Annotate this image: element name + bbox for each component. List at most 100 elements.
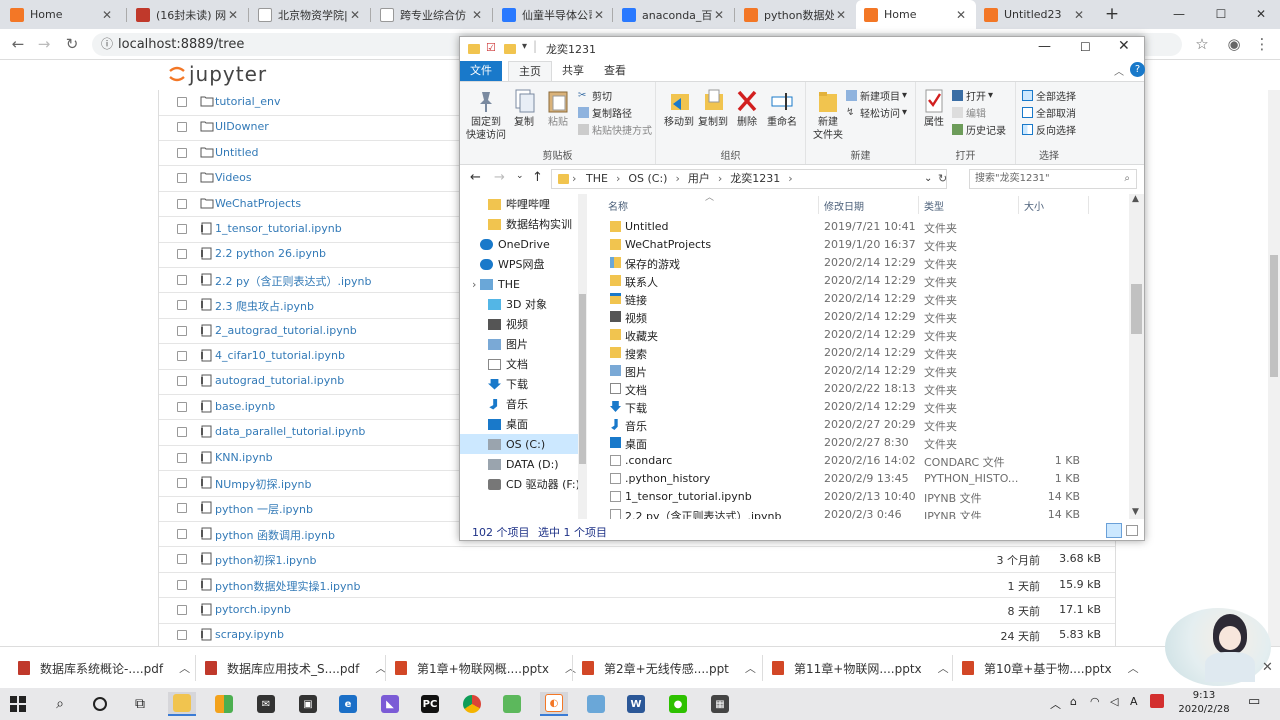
column-size[interactable]: 大小 bbox=[1024, 198, 1044, 213]
path-chevron-icon[interactable]: › bbox=[572, 170, 576, 188]
nav-item[interactable]: 文档 bbox=[460, 354, 578, 374]
ime-icon[interactable]: A bbox=[1130, 695, 1138, 708]
file-name-link[interactable]: KNN.ipynb bbox=[215, 451, 273, 464]
tab-share[interactable]: 共享 bbox=[552, 61, 594, 81]
jupyter-taskbar-button[interactable]: ◐ bbox=[540, 692, 568, 716]
downloads-close-icon[interactable]: ✕ bbox=[1262, 660, 1273, 675]
file-row[interactable]: 搜索 2020/2/14 12:29 文件夹 bbox=[600, 344, 1128, 362]
file-row[interactable]: 2.2 py（含正则表达式）.ipynb 2020/2/3 0:46 IPYNB 文… bbox=[600, 506, 1128, 519]
browser-tab[interactable]: Home ✕ bbox=[2, 0, 122, 29]
start-button[interactable] bbox=[4, 692, 32, 716]
file-name-link[interactable]: 2.2 python 26.ipynb bbox=[215, 247, 326, 260]
new-folder-quick-icon[interactable] bbox=[504, 44, 516, 54]
download-item[interactable]: 第1章+物联网概....pptx ︿ bbox=[395, 657, 576, 679]
tab-close-icon[interactable]: ✕ bbox=[592, 8, 606, 22]
tab-close-icon[interactable]: ✕ bbox=[470, 8, 484, 22]
row-checkbox[interactable] bbox=[177, 401, 187, 412]
delete-button[interactable]: 删除 bbox=[732, 88, 762, 129]
file-row[interactable]: python初探1.ipynb 3 个月前 3.68 kB bbox=[159, 547, 1115, 573]
open-button[interactable]: 打开 ▾ bbox=[952, 88, 993, 103]
new-item-button[interactable]: 新建项目 ▾ bbox=[846, 88, 907, 103]
row-checkbox[interactable] bbox=[177, 198, 187, 209]
tab-close-icon[interactable]: ✕ bbox=[954, 8, 968, 22]
file-name-link[interactable]: base.ipynb bbox=[215, 400, 275, 413]
column-divider[interactable] bbox=[1018, 196, 1019, 214]
minimize-button[interactable]: — bbox=[1038, 39, 1051, 54]
tab-close-icon[interactable]: ✕ bbox=[1072, 8, 1086, 22]
notifications-icon[interactable]: ▭ bbox=[1248, 694, 1260, 709]
new-tab-button[interactable]: + bbox=[1097, 4, 1127, 24]
row-checkbox[interactable] bbox=[177, 579, 187, 590]
file-name-link[interactable]: scrapy.ipynb bbox=[215, 628, 284, 641]
file-row[interactable]: .condarc 2020/2/16 14:02 CONDARC 文件 1 KB bbox=[600, 452, 1128, 470]
quick-access-dropdown-icon[interactable]: ▾ bbox=[522, 41, 527, 52]
browser-tab[interactable]: 北京物资学院| ✕ bbox=[250, 0, 370, 29]
close-button[interactable]: ✕ bbox=[1118, 38, 1130, 54]
history-button[interactable]: 历史记录 bbox=[952, 122, 1006, 137]
tab-close-icon[interactable]: ✕ bbox=[348, 8, 362, 22]
column-date[interactable]: 修改日期 bbox=[824, 198, 864, 213]
file-row[interactable]: 下载 2020/2/14 12:29 文件夹 bbox=[600, 398, 1128, 416]
file-name-link[interactable]: data_parallel_tutorial.ipynb bbox=[215, 425, 365, 438]
column-divider[interactable] bbox=[1088, 196, 1089, 214]
file-name-link[interactable]: python数据处理实操1.ipynb bbox=[215, 578, 360, 594]
word-taskbar-button[interactable]: W bbox=[622, 692, 650, 716]
wifi-icon[interactable]: ◠ bbox=[1090, 695, 1100, 708]
expand-chevron-icon[interactable]: › bbox=[472, 278, 476, 291]
file-row[interactable]: scrapy.ipynb 24 天前 5.83 kB bbox=[159, 623, 1115, 646]
select-all-button[interactable]: 全部选择 bbox=[1022, 88, 1076, 103]
network-icon[interactable]: ⌂ bbox=[1070, 695, 1077, 708]
nav-item[interactable]: 音乐 bbox=[460, 394, 578, 414]
row-checkbox[interactable] bbox=[177, 249, 187, 260]
row-checkbox[interactable] bbox=[177, 300, 187, 311]
row-checkbox[interactable] bbox=[177, 630, 187, 641]
file-name-link[interactable]: Untitled bbox=[215, 146, 259, 159]
row-checkbox[interactable] bbox=[177, 605, 187, 615]
pycharm-taskbar-button[interactable]: PC bbox=[416, 692, 444, 716]
browser-tab[interactable]: (16封未读) 网易✕ bbox=[128, 0, 248, 29]
breadcrumb-item[interactable]: THE bbox=[586, 170, 608, 188]
navigation-scrollbar[interactable] bbox=[578, 194, 587, 519]
explorer-titlebar[interactable]: ☑ ▾ | 龙奕1231 — ☐ ✕ bbox=[460, 37, 1144, 61]
scroll-up-icon[interactable]: ▲ bbox=[1132, 194, 1139, 204]
browser-maximize-button[interactable]: ☐ bbox=[1206, 4, 1236, 24]
file-row[interactable]: 桌面 2020/2/27 8:30 文件夹 bbox=[600, 434, 1128, 452]
breadcrumb-item[interactable]: 用户 bbox=[688, 170, 710, 188]
file-name-link[interactable]: tutorial_env bbox=[215, 95, 280, 108]
tab-home[interactable]: 主页 bbox=[508, 61, 552, 81]
row-checkbox[interactable] bbox=[177, 376, 187, 387]
desktop-pet-illustration[interactable] bbox=[1165, 608, 1271, 686]
copy-to-button[interactable]: 复制到 bbox=[696, 88, 730, 129]
breadcrumb-item[interactable]: OS (C:) bbox=[628, 170, 667, 188]
browser-tab[interactable]: Home ✕ bbox=[856, 0, 976, 29]
row-checkbox[interactable] bbox=[177, 554, 187, 565]
download-item[interactable]: 第10章+基于物....pptx ︿ bbox=[962, 657, 1139, 679]
rename-button[interactable]: 重命名 bbox=[764, 88, 800, 129]
tab-close-icon[interactable]: ✕ bbox=[834, 8, 848, 22]
nav-item[interactable]: 3D 对象 bbox=[460, 294, 578, 314]
tab-view[interactable]: 查看 bbox=[594, 61, 636, 81]
file-name-link[interactable]: 1_tensor_tutorial.ipynb bbox=[215, 222, 342, 235]
file-name-link[interactable]: 2.2 py（含正则表达式）.ipynb bbox=[215, 273, 371, 289]
invert-selection-button[interactable]: 反向选择 bbox=[1022, 122, 1076, 137]
properties-quick-icon[interactable]: ☑ bbox=[486, 41, 496, 54]
file-row[interactable]: 链接 2020/2/14 12:29 文件夹 bbox=[600, 290, 1128, 308]
file-row[interactable]: 收藏夹 2020/2/14 12:29 文件夹 bbox=[600, 326, 1128, 344]
tray-expand-icon[interactable]: ︿ bbox=[1050, 696, 1061, 712]
file-name-link[interactable]: 2.3 爬虫攻占.ipynb bbox=[215, 298, 314, 314]
chrome-taskbar-button[interactable] bbox=[458, 692, 486, 716]
breadcrumb-chevron-icon[interactable]: › bbox=[675, 170, 679, 188]
download-menu-chevron-icon[interactable]: ︿ bbox=[565, 660, 576, 676]
browser-tab[interactable]: 跨专业综合仿 ✕ bbox=[372, 0, 492, 29]
file-row[interactable]: 图片 2020/2/14 12:29 文件夹 bbox=[600, 362, 1128, 380]
file-row[interactable]: pytorch.ipynb 8 天前 17.1 kB bbox=[159, 598, 1115, 624]
file-row[interactable]: 保存的游戏 2020/2/14 12:29 文件夹 bbox=[600, 254, 1128, 272]
wechat-taskbar-button[interactable]: ● bbox=[664, 692, 692, 716]
large-icons-view-icon[interactable] bbox=[1126, 525, 1138, 536]
system-clock[interactable]: 9:13 2020/2/28 bbox=[1174, 689, 1234, 717]
properties-button[interactable]: 属性 bbox=[920, 88, 948, 129]
tab-close-icon[interactable]: ✕ bbox=[226, 8, 240, 22]
browser-close-button[interactable]: ✕ bbox=[1246, 4, 1276, 24]
navigation-scrollbar-thumb[interactable] bbox=[579, 294, 586, 464]
browser-tab[interactable]: python数据处理✕ bbox=[736, 0, 856, 29]
